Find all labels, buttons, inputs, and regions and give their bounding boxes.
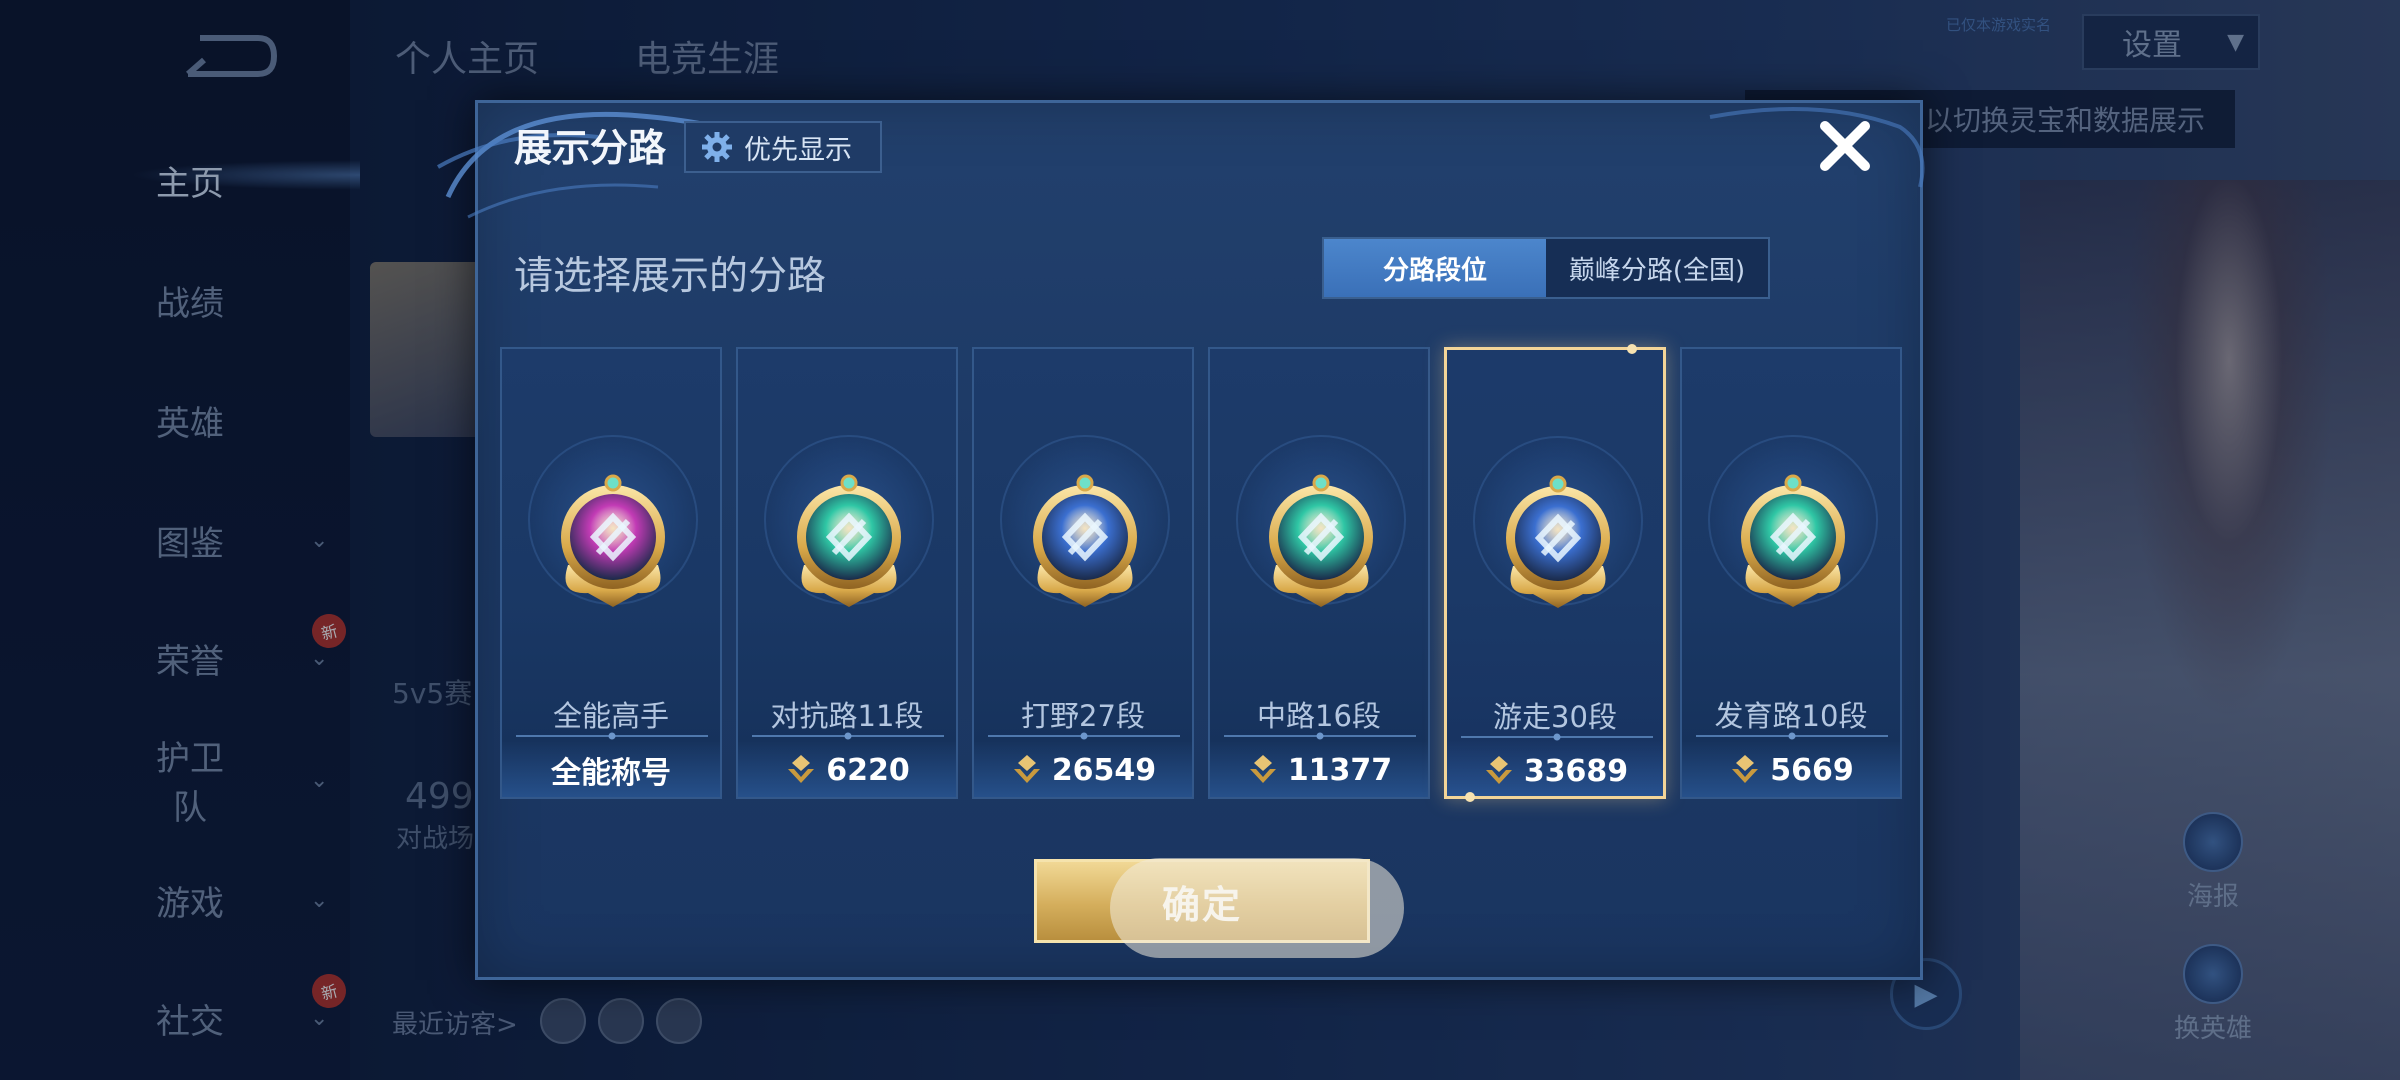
- points-icon: [1732, 755, 1759, 783]
- farm-lane-badge-icon: [1741, 474, 1845, 607]
- close-button[interactable]: [1810, 111, 1880, 181]
- card-divider: [1461, 733, 1653, 741]
- all-round-badge-icon: [561, 474, 665, 607]
- lane-score-value: 全能称号: [551, 756, 671, 791]
- card-divider: [752, 732, 944, 740]
- clash-lane-badge-icon: [797, 474, 901, 607]
- display-mode-toggle: 分路段位 巅峰分路(全国): [1322, 237, 1770, 299]
- lane-card[interactable]: 游走30段 33689: [1444, 344, 1666, 802]
- selection-corner-dot: [1465, 792, 1475, 802]
- lane-score: 全能称号: [502, 747, 720, 793]
- lane-card[interactable]: 对抗路11段 6220: [736, 347, 958, 799]
- close-icon: [1820, 121, 1870, 171]
- lane-rank-label: 中路16段: [1257, 699, 1381, 733]
- lane-score: 11377: [1210, 747, 1428, 793]
- points-icon: [1485, 756, 1512, 784]
- tab-peak-lane-national[interactable]: 巅峰分路(全国): [1546, 239, 1768, 297]
- lane-card[interactable]: 全能高手 全能称号: [500, 347, 722, 799]
- lane-rank-label: 游走30段: [1493, 700, 1617, 734]
- lane-score: 5669: [1682, 747, 1900, 793]
- lane-rank-label: 打野27段: [1021, 699, 1145, 733]
- card-divider: [1224, 732, 1416, 740]
- lane-score-value: 6220: [826, 752, 910, 788]
- mid-lane-badge-icon: [1269, 474, 1373, 607]
- gear-icon: [702, 132, 732, 162]
- points-icon: [1249, 755, 1276, 783]
- select-lane-prompt: 请选择展示的分路: [514, 254, 827, 299]
- lane-rank-label: 全能高手: [552, 699, 669, 733]
- lane-score-value: 33689: [1523, 753, 1629, 789]
- roam-badge-icon: [1506, 475, 1610, 608]
- card-divider: [1696, 732, 1888, 740]
- touch-indicator: [1110, 858, 1404, 958]
- lane-score-value: 5669: [1770, 752, 1854, 788]
- card-divider: [988, 732, 1180, 740]
- points-icon: [788, 755, 815, 783]
- lane-score: 6220: [738, 747, 956, 793]
- lane-score: 33689: [1447, 748, 1663, 794]
- lane-card[interactable]: 中路16段 11377: [1208, 347, 1430, 799]
- lane-display-dialog: 展示分路 优先显示 请选择展示的分路 分路段位 巅峰分路(全国) 全能高手全能称…: [437, 100, 1925, 980]
- lane-rank-label: 对抗路11段: [770, 699, 924, 733]
- points-icon: [1013, 755, 1040, 783]
- priority-display-button[interactable]: 优先显示: [684, 121, 882, 173]
- priority-display-label: 优先显示: [744, 134, 852, 166]
- lane-card[interactable]: 打野27段 26549: [972, 347, 1194, 799]
- lane-score-value: 11377: [1287, 752, 1393, 788]
- tab-lane-rank[interactable]: 分路段位: [1324, 239, 1546, 297]
- lane-card-list: 全能高手 全能称号 对抗路11段 6220 打野27段 26549 中路16段 11377 游走…: [500, 344, 1904, 802]
- dialog-title: 展示分路: [514, 126, 667, 170]
- card-divider: [516, 732, 708, 740]
- lane-score-value: 26549: [1051, 752, 1157, 788]
- lane-card[interactable]: 发育路10段 5669: [1680, 347, 1902, 799]
- lane-score: 26549: [974, 747, 1192, 793]
- jungle-badge-icon: [1033, 474, 1137, 607]
- lane-rank-label: 发育路10段: [1714, 699, 1868, 733]
- selection-corner-dot: [1627, 344, 1637, 354]
